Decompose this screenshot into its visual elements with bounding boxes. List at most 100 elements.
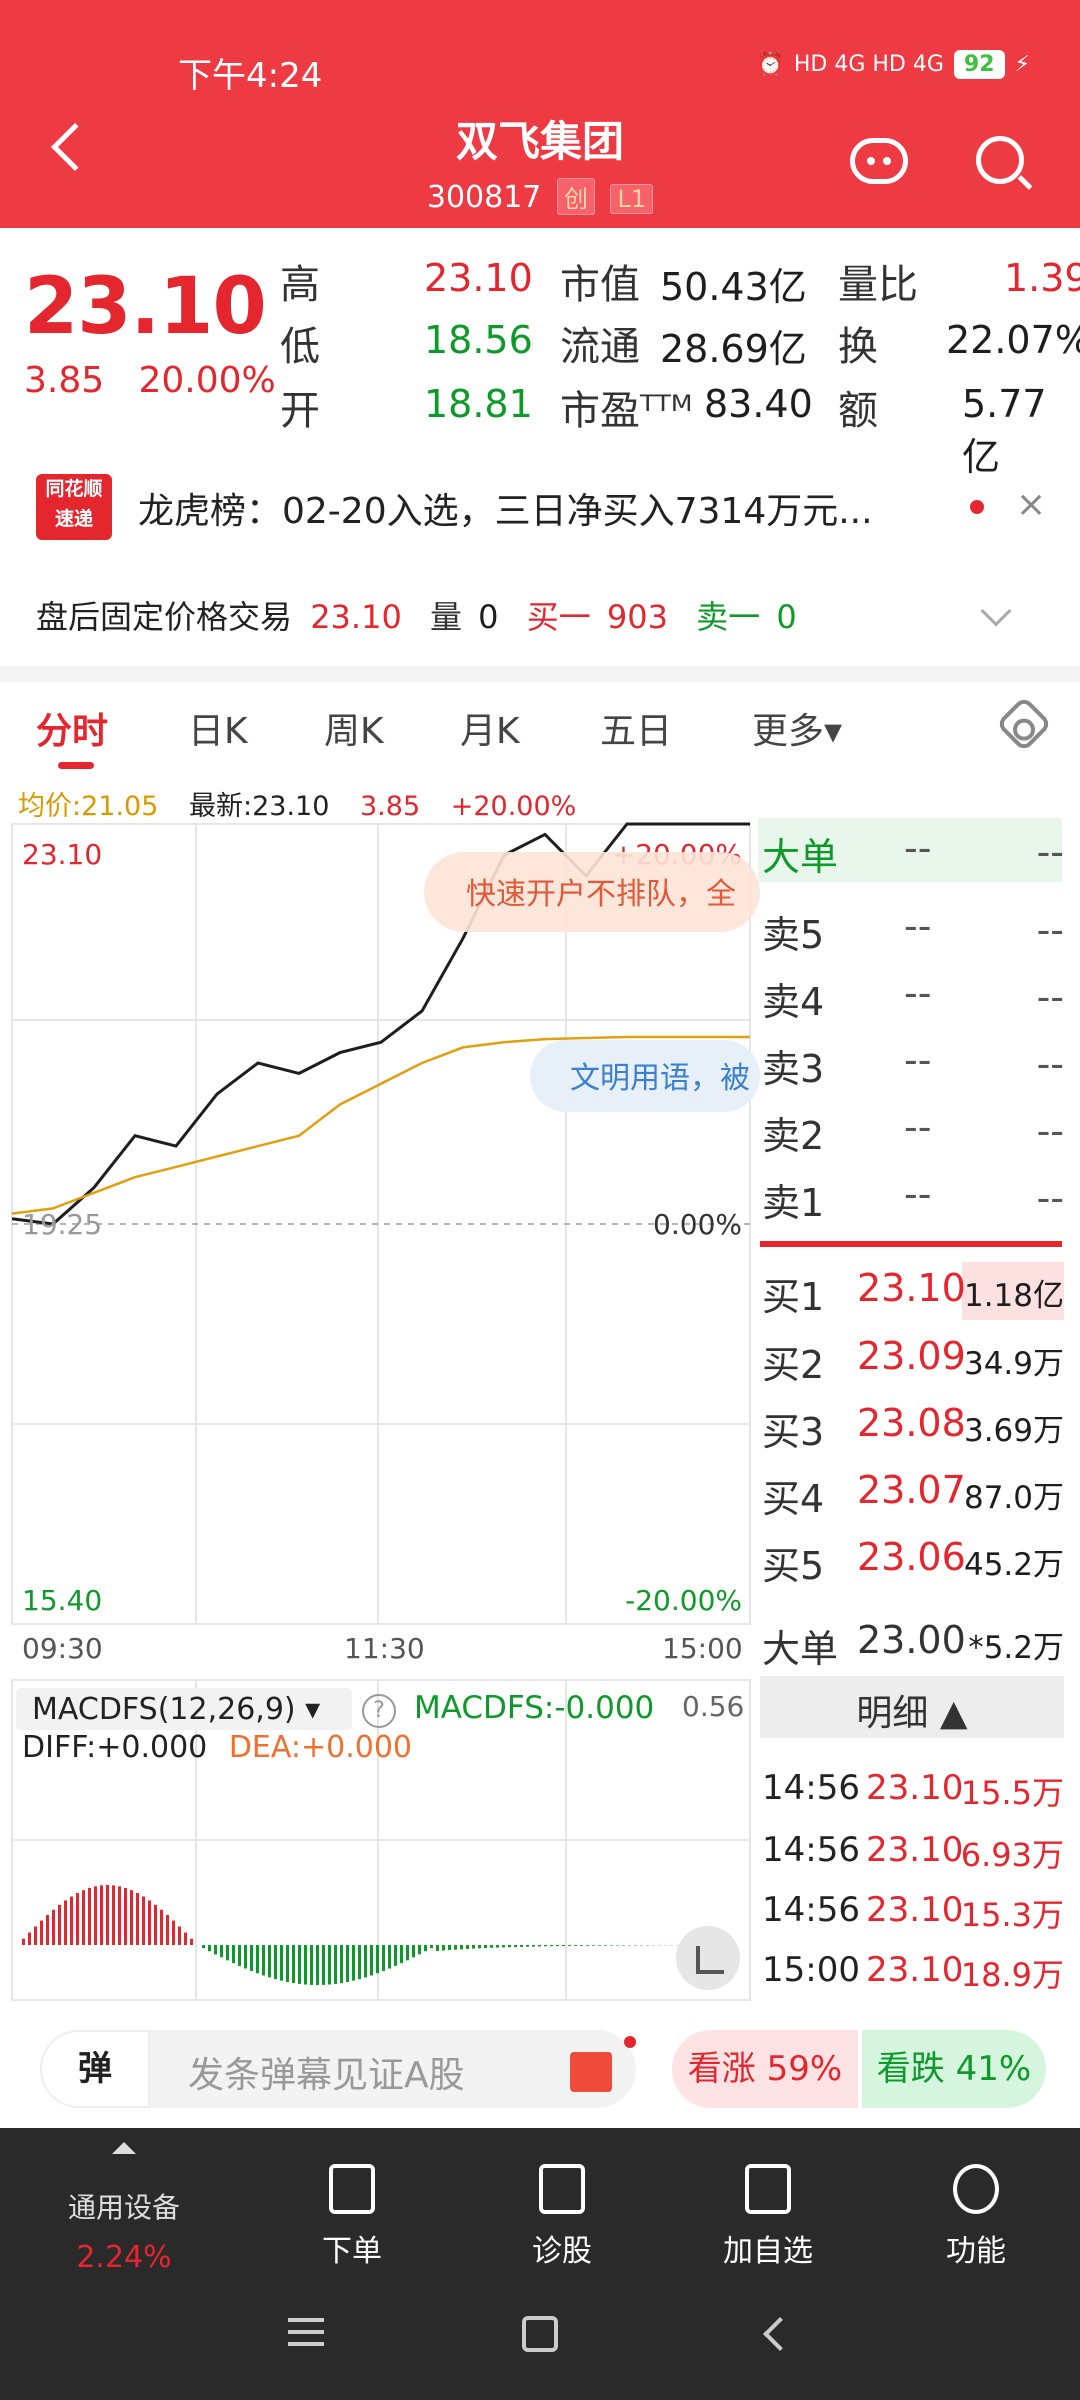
macd-bar xyxy=(382,1945,385,1971)
bid-row: 买3 23.08 3.69万 xyxy=(762,1393,1068,1459)
notice-text[interactable]: 龙虎榜：02-20入选，三日净买入7314万元... xyxy=(138,482,873,534)
bid-row: 买5 23.06 45.2万 xyxy=(762,1527,1068,1593)
system-menu-icon[interactable] xyxy=(288,2318,324,2346)
ad-banner-text[interactable]: 快速开户不排队，全 xyxy=(466,877,736,912)
fullscreen-icon[interactable] xyxy=(676,1926,740,1990)
search-icon[interactable] xyxy=(976,136,1024,184)
macd-bar xyxy=(94,1886,97,1945)
status-time: 下午4:24 xyxy=(178,56,323,96)
bid-label: 买1 xyxy=(762,1275,825,1319)
nav-add-label: 加自选 xyxy=(723,2234,813,2269)
ask-vol: -- xyxy=(1036,1109,1064,1153)
help-icon[interactable]: ? xyxy=(362,1694,396,1728)
amount-value: 5.77亿 xyxy=(962,382,1047,479)
macd-bar xyxy=(106,1885,109,1945)
macd-bar xyxy=(586,1945,589,1946)
tab-more[interactable]: 更多▾ xyxy=(752,702,842,754)
macd-bar xyxy=(358,1945,361,1980)
tick-volume: 15.3万 xyxy=(960,1896,1064,1934)
low-value: 18.56 xyxy=(424,318,533,362)
tab-weekly-k[interactable]: 周K xyxy=(324,702,384,754)
macd-bar xyxy=(238,1945,241,1966)
macd-bar xyxy=(406,1945,409,1961)
macd-bar xyxy=(202,1945,205,1949)
macd-bar xyxy=(76,1893,79,1945)
macd-bar xyxy=(556,1945,559,1947)
time-label-open: 09:30 xyxy=(22,1632,103,1665)
caret-up-icon xyxy=(112,2142,136,2154)
tab-intraday[interactable]: 分时 xyxy=(36,702,108,754)
device-label: 通用设备 xyxy=(67,2191,180,2224)
ask-price: -- xyxy=(904,1105,932,1149)
macd-bar xyxy=(394,1945,397,1966)
after-hours-ask-label: 卖一 xyxy=(696,598,761,636)
macd-bar xyxy=(40,1920,43,1945)
macd-bar xyxy=(424,1945,427,1952)
ask-label: 卖4 xyxy=(762,980,825,1024)
ask-row: 卖5 -- -- xyxy=(762,896,1068,962)
nav-order[interactable]: 下单 xyxy=(272,2164,432,2270)
big-trade-label: 大单 xyxy=(762,1627,839,1671)
macd-bar xyxy=(328,1945,331,1985)
chevron-down-icon[interactable] xyxy=(980,595,1012,627)
news-notice[interactable]: 同花顺 速递 龙虎榜：02-20入选，三日净买入7314万元... × xyxy=(36,470,1046,550)
bid-label: 买3 xyxy=(762,1410,825,1454)
macd-bar xyxy=(400,1945,403,1964)
system-home-icon[interactable] xyxy=(522,2316,558,2352)
bid-row: 买4 23.07 87.0万 xyxy=(762,1460,1068,1526)
macd-bar xyxy=(448,1945,451,1951)
danmu-icon[interactable]: 弹 xyxy=(40,2030,150,2108)
macd-bar xyxy=(286,1945,289,1982)
detail-tab[interactable]: 明细 ▲ xyxy=(760,1676,1064,1738)
tick-price: 23.10 xyxy=(866,1768,964,1808)
macd-bar xyxy=(28,1932,31,1945)
current-price: 23.10 xyxy=(24,262,267,352)
gift-icon[interactable] xyxy=(570,2052,612,2092)
nav-diagnose[interactable]: 诊股 xyxy=(482,2164,642,2270)
robot-assistant-icon[interactable] xyxy=(850,138,908,184)
tab-monthly-k[interactable]: 月K xyxy=(460,702,520,754)
danmu-input[interactable]: 发条弹幕见证A股 xyxy=(188,2046,465,2098)
macd-bar xyxy=(310,1945,313,1985)
macd-indicator-select[interactable]: MACDFS(12,26,9) ▾ xyxy=(16,1688,352,1730)
low-label: 低 xyxy=(280,324,320,370)
ask-price: -- xyxy=(904,1038,932,1082)
stock-code-row: 300817 创 L1 xyxy=(0,178,1080,215)
macd-bar xyxy=(562,1945,565,1947)
ask-row: 卖3 -- -- xyxy=(762,1030,1068,1096)
close-icon[interactable]: × xyxy=(1016,484,1046,525)
tick-volume: 18.9万 xyxy=(960,1956,1064,1994)
tab-five-day[interactable]: 五日 xyxy=(600,702,672,754)
big-order-b: -- xyxy=(1036,830,1064,874)
after-hours-ask: 0 xyxy=(776,598,797,636)
macd-bar xyxy=(58,1904,61,1945)
macd-bar xyxy=(436,1945,439,1951)
macd-bar xyxy=(298,1945,301,1984)
macd-bar xyxy=(154,1904,157,1945)
macd-bar xyxy=(160,1909,163,1945)
time-label-close: 15:00 xyxy=(662,1632,743,1665)
gift-badge-dot xyxy=(624,2036,636,2048)
nav-add-watchlist[interactable]: 加自选 xyxy=(688,2164,848,2270)
ask-label: 卖2 xyxy=(762,1114,825,1158)
macd-bar xyxy=(460,1945,463,1950)
tab-daily-k[interactable]: 日K xyxy=(188,702,248,754)
macd-bar xyxy=(580,1945,583,1946)
ask-row: 卖2 -- -- xyxy=(762,1097,1068,1163)
after-hours-trading[interactable]: 盘后固定价格交易 23.10 量 0 买一 903 卖一 0 xyxy=(36,592,815,638)
macd-bar xyxy=(364,1945,367,1978)
nav-device[interactable]: 通用设备 2.24% xyxy=(44,2186,204,2275)
macd-bar xyxy=(34,1926,37,1945)
intraday-chart[interactable]: 23.10 +20.00% 19.25 0.00% 15.40 -20.00% … xyxy=(0,820,760,2010)
after-hours-vol-label: 量 xyxy=(429,598,462,636)
active-tab-indicator xyxy=(58,762,94,769)
macd-bar xyxy=(418,1945,421,1955)
change-amount: 3.85 xyxy=(24,360,105,401)
nav-function[interactable]: 功能 xyxy=(896,2164,1056,2270)
top-price-label: 23.10 xyxy=(22,838,102,871)
macd-bar xyxy=(22,1938,25,1945)
bearish-vote-button[interactable]: 看跌 41% xyxy=(862,2030,1046,2108)
bid-vol: 45.2万 xyxy=(963,1547,1064,1583)
bullish-vote-button[interactable]: 看涨 59% xyxy=(672,2030,858,2108)
nav-function-label: 功能 xyxy=(946,2234,1006,2269)
